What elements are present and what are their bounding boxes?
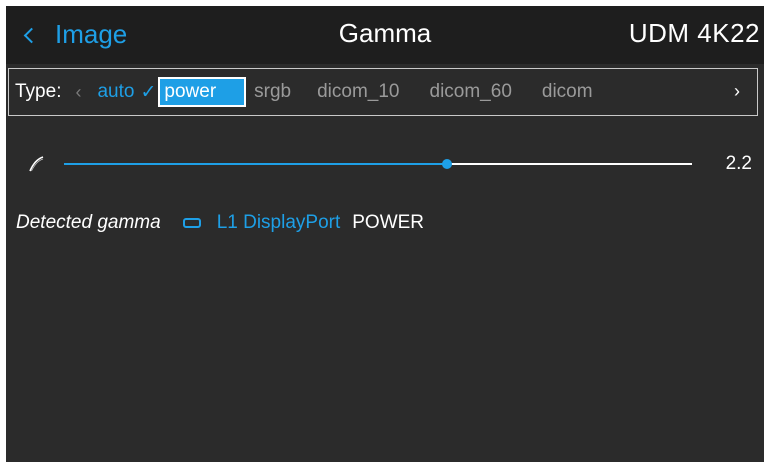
device-name: UDM 4K22 [628,18,760,48]
scroll-right-icon[interactable]: › [717,69,757,114]
type-option-srgb[interactable]: srgb [254,81,291,103]
detected-gamma-row: Detected gamma L1 DisplayPort POWER [16,210,424,236]
type-option-power[interactable]: power [158,77,247,107]
detected-source: L1 DisplayPort [216,212,341,233]
type-label: Type: [15,81,62,102]
displayport-icon [182,218,201,228]
type-selector[interactable]: Type: ‹ auto ✓ power srgb dicom_10 dicom… [8,68,758,116]
detected-gamma-label: Detected gamma [16,212,161,233]
detected-gamma-value: POWER [352,212,425,233]
header-bar: Image Gamma UDM 4K22 [6,6,764,64]
type-option-dicom-10[interactable]: dicom_10 [317,81,399,103]
type-option-dicom-60[interactable]: dicom_60 [430,81,512,103]
gamma-value: 2.2 [725,153,752,174]
checkmark-icon: ✓ [140,81,157,103]
gamma-slider[interactable] [64,159,692,169]
gamma-curve-icon [29,156,44,172]
type-option-dicom-partial[interactable]: dicom [542,81,593,103]
slider-thumb[interactable] [442,159,453,169]
slider-fill [64,163,448,165]
type-option-auto[interactable]: auto [97,81,134,103]
gamma-screen: Image Gamma UDM 4K22 Type: ‹ auto ✓ powe… [6,6,764,462]
scroll-left-icon[interactable]: ‹ [75,82,81,103]
